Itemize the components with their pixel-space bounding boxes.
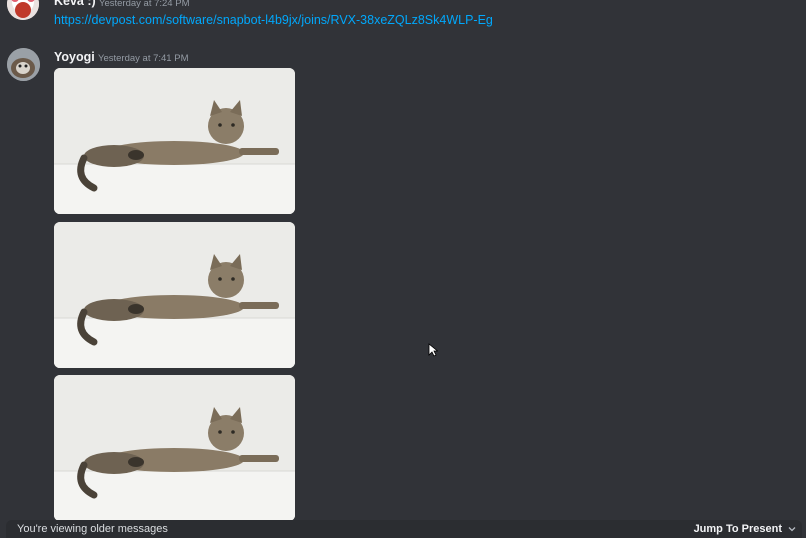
older-messages-text: You're viewing older messages bbox=[17, 523, 168, 535]
message-timestamp: Yesterday at 7:24 PM bbox=[99, 0, 190, 9]
message-link[interactable]: https://devpost.com/software/snapbot-l4b… bbox=[54, 13, 493, 27]
chevron-down-icon bbox=[788, 527, 796, 532]
image-attachment[interactable] bbox=[54, 222, 295, 368]
image-attachment[interactable] bbox=[54, 375, 295, 521]
keva-avatar[interactable] bbox=[7, 0, 39, 20]
tabby-cat-photo bbox=[54, 375, 295, 521]
message-author[interactable]: Keva :) bbox=[54, 0, 96, 8]
tabby-cat-photo bbox=[54, 222, 295, 368]
tabby-cat-photo bbox=[54, 68, 295, 214]
mouse-cursor-icon bbox=[428, 343, 439, 362]
yoyogi-avatar[interactable] bbox=[7, 48, 40, 81]
older-messages-bar: You're viewing older messages Jump To Pr… bbox=[6, 520, 802, 538]
jump-to-present-label: Jump To Present bbox=[693, 523, 782, 535]
image-attachment[interactable] bbox=[54, 68, 295, 214]
message-author[interactable]: Yoyogi bbox=[54, 50, 95, 64]
pink-character-icon bbox=[7, 0, 39, 20]
jump-to-present-button[interactable]: Jump To Present bbox=[694, 523, 796, 535]
cat-avatar-icon bbox=[7, 48, 40, 81]
message-timestamp: Yesterday at 7:41 PM bbox=[98, 53, 189, 64]
